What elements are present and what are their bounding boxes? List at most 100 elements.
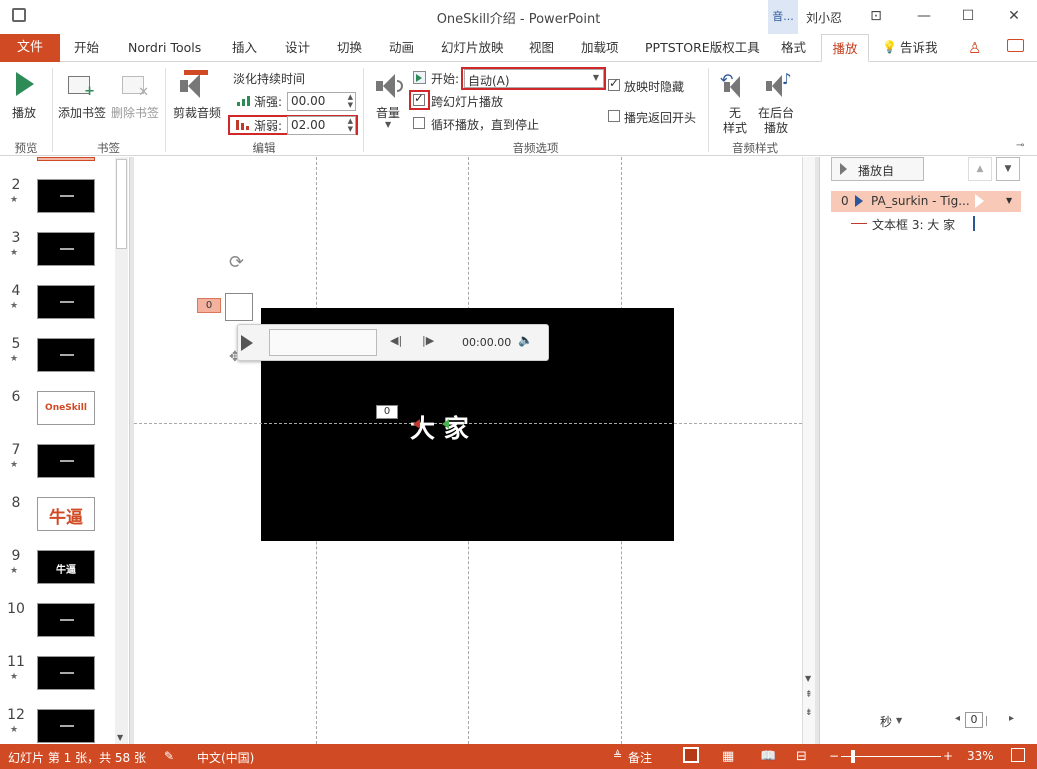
slide-thumbnail[interactable]: 牛逼 [37, 550, 95, 584]
tab-design[interactable]: 设计 [279, 34, 316, 62]
add-bookmark-button[interactable]: 添加书签 [58, 104, 106, 121]
tab-insert[interactable]: 插入 [226, 34, 263, 62]
play-in-background-line2[interactable]: 播放 [764, 119, 788, 136]
previous-slide-icon[interactable]: ⇞ [805, 690, 813, 700]
slideshow-view-icon[interactable]: ⊟ [796, 749, 807, 764]
rotate-handle-icon[interactable]: ⟳ [229, 252, 244, 273]
slide-thumbnail[interactable] [37, 656, 95, 690]
add-bookmark-icon[interactable]: + [68, 76, 95, 99]
no-style-line2[interactable]: 样式 [723, 119, 747, 136]
tab-nordri-tools[interactable]: Nordri Tools [122, 34, 207, 62]
text-animation-tag[interactable]: 0 [376, 405, 398, 419]
slide-thumbnail[interactable] [37, 444, 95, 478]
trim-audio-button[interactable]: 剪裁音频 [173, 104, 221, 121]
normal-view-icon[interactable] [683, 747, 699, 763]
fade-in-spinner[interactable]: 00.00 ▲ ▼ [287, 92, 356, 111]
play-icon[interactable] [241, 335, 253, 351]
volume-dropdown-icon[interactable]: ▼ [385, 120, 391, 129]
notes-button[interactable]: 备注 [628, 749, 652, 766]
scroll-down-icon[interactable]: ▼ [805, 674, 811, 683]
ribbon-display-icon[interactable]: ⊡ [866, 8, 886, 24]
tab-file[interactable]: 文件 [0, 34, 60, 62]
play-across-slides-checkbox[interactable]: ✓ [413, 91, 425, 106]
no-style-icon[interactable]: ↶ [718, 70, 746, 100]
fade-out-value[interactable]: 02.00 [291, 118, 325, 132]
user-name[interactable]: 刘小忍 [806, 9, 842, 26]
audio-object-selection[interactable] [225, 293, 253, 321]
tab-format[interactable]: 格式 [775, 34, 812, 62]
loop-checkbox[interactable] [413, 117, 425, 129]
slide-thumbnail[interactable] [37, 285, 95, 319]
maximize-icon[interactable]: ☐ [958, 8, 978, 24]
chevron-down-icon[interactable]: ▼ [896, 716, 902, 725]
play-preview-icon[interactable] [16, 72, 34, 96]
tab-addins[interactable]: 加载项 [575, 34, 625, 62]
tab-transitions[interactable]: 切换 [331, 34, 368, 62]
slide-counter[interactable]: 幻灯片 第 1 张，共 58 张 [8, 749, 146, 766]
tab-animations[interactable]: 动画 [383, 34, 420, 62]
tab-playback[interactable]: 播放 [821, 34, 869, 62]
reading-view-icon[interactable]: 📖 [760, 749, 776, 764]
thumbnail-scrollbar[interactable]: ▼ [115, 157, 128, 744]
minimize-icon[interactable]: — [914, 8, 934, 24]
animation-item-audio[interactable]: 0 PA_surkin - Tig... ▼ [831, 191, 1021, 212]
notes-edit-icon[interactable]: ✎ [164, 749, 174, 763]
scroll-down-icon[interactable]: ▼ [117, 733, 123, 742]
zoom-slider[interactable] [841, 756, 941, 757]
zoom-in-icon[interactable]: + [943, 749, 953, 763]
animation-subitem[interactable]: 文本框 3: 大 家 [872, 216, 955, 233]
trim-audio-icon[interactable] [180, 70, 208, 100]
play-in-background-icon[interactable]: ♪ [764, 70, 792, 100]
slide-thumbnail[interactable] [37, 709, 95, 743]
thumbnail-scroll-thumb[interactable] [116, 159, 127, 249]
slide-thumbnail[interactable]: OneSkill [37, 391, 95, 425]
notes-icon[interactable]: ≜ [613, 749, 622, 762]
canvas-scrollbar[interactable]: ▼ ⇞ ⇟ [802, 157, 815, 744]
timeline-right-icon[interactable]: ▸ [1009, 713, 1014, 724]
timeline-zoom-value[interactable]: 0 [965, 712, 983, 728]
slide-thumbnail[interactable] [37, 603, 95, 637]
fade-out-spinner[interactable]: 02.00 ▲ ▼ [287, 116, 356, 135]
slide-thumbnail[interactable]: 牛逼 [37, 497, 95, 531]
timeline-left-icon[interactable]: ◂ [955, 713, 960, 724]
audio-player-bar[interactable]: ◀| |▶ 00:00.00 🔈 [237, 324, 549, 361]
tell-me-search[interactable]: 告诉我 [894, 34, 944, 62]
share-person-icon[interactable]: ♙ [968, 39, 981, 57]
fit-to-window-icon[interactable] [1011, 748, 1025, 762]
start-dropdown[interactable]: 自动(A) ▼ [464, 69, 604, 88]
volume-button[interactable]: 音量 [376, 104, 400, 121]
zoom-out-icon[interactable]: − [829, 749, 839, 763]
volume-icon[interactable] [374, 72, 404, 100]
hide-during-show-checkbox[interactable]: ✓ [608, 76, 620, 91]
save-icon[interactable] [12, 8, 26, 22]
close-icon[interactable]: ✕ [1004, 8, 1024, 24]
back-icon[interactable]: ◀| [390, 334, 402, 347]
play-preview-button[interactable]: 播放 [12, 104, 36, 121]
item-menu-chevron-icon[interactable]: ▼ [1006, 196, 1012, 205]
audio-animation-tag[interactable]: 0 [197, 298, 221, 313]
zoom-slider-thumb[interactable] [851, 750, 855, 763]
comment-icon[interactable] [1007, 39, 1024, 52]
move-down-icon[interactable]: ▼ [996, 157, 1020, 181]
rewind-checkbox[interactable] [608, 110, 620, 122]
zoom-level[interactable]: 33% [967, 749, 994, 763]
tab-view[interactable]: 视图 [523, 34, 560, 62]
fade-in-value[interactable]: 00.00 [291, 94, 325, 108]
slide-thumbnail[interactable] [37, 179, 95, 213]
next-slide-icon[interactable]: ⇟ [805, 708, 813, 718]
language-indicator[interactable]: 中文(中国) [197, 749, 254, 766]
time-unit-dropdown[interactable]: 秒 [880, 713, 892, 730]
speaker-icon[interactable]: 🔈 [518, 333, 533, 347]
chevron-down-icon[interactable]: ▼ [593, 73, 599, 82]
slide-sorter-icon[interactable]: ▦ [722, 749, 734, 764]
contextual-tab-audio-tools[interactable]: 音... [768, 0, 798, 34]
audio-progress-bar[interactable] [269, 329, 377, 356]
tab-home[interactable]: 开始 [68, 34, 105, 62]
slide-thumbnail[interactable] [37, 338, 95, 372]
tab-pptstore[interactable]: PPTSTORE版权工具 [639, 34, 766, 62]
selected-thumbnail-edge[interactable] [37, 157, 95, 161]
play-from-button[interactable]: 播放自 [831, 157, 924, 181]
tab-slideshow[interactable]: 幻灯片放映 [435, 34, 510, 62]
slide-thumbnail[interactable] [37, 232, 95, 266]
pin-ribbon-icon[interactable]: ⊸ [1016, 140, 1024, 151]
